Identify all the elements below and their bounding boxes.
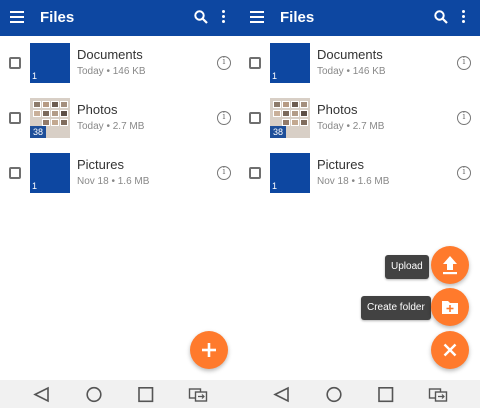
app-title: Files xyxy=(40,9,75,26)
add-fab-button[interactable] xyxy=(190,331,228,369)
create-folder-label[interactable]: Create folder xyxy=(361,296,431,320)
system-nav-bar xyxy=(0,380,480,408)
file-row-documents[interactable]: 1 Documents Today • 146 KB i xyxy=(240,43,480,83)
app-title: Files xyxy=(280,9,315,26)
photo-thumbnail: 38 xyxy=(270,98,310,138)
upload-label[interactable]: Upload xyxy=(385,255,429,279)
row-checkbox[interactable] xyxy=(249,112,261,124)
info-icon[interactable]: i xyxy=(217,166,231,180)
info-icon[interactable]: i xyxy=(217,111,231,125)
file-row-photos[interactable]: 38 Photos Today • 2.7 MB i xyxy=(240,98,480,138)
file-meta: Nov 18 • 1.6 MB xyxy=(317,176,390,187)
file-meta: Today • 146 KB xyxy=(77,66,146,77)
file-meta: Today • 146 KB xyxy=(317,66,386,77)
row-checkbox[interactable] xyxy=(249,167,261,179)
hamburger-menu-icon[interactable] xyxy=(10,11,24,23)
home-circle-icon[interactable] xyxy=(84,386,104,403)
item-count: 38 xyxy=(270,126,287,138)
row-checkbox[interactable] xyxy=(9,57,21,69)
file-row-pictures[interactable]: 1 Pictures Nov 18 • 1.6 MB i xyxy=(0,153,240,193)
more-vert-icon[interactable] xyxy=(220,10,226,24)
back-triangle-icon[interactable] xyxy=(32,386,52,403)
plus-icon xyxy=(202,343,216,357)
recents-square-icon[interactable] xyxy=(136,386,156,403)
item-count: 38 xyxy=(30,126,47,138)
close-fab-button[interactable] xyxy=(431,331,469,369)
info-icon[interactable]: i xyxy=(457,111,471,125)
search-icon[interactable] xyxy=(194,10,208,24)
info-icon[interactable]: i xyxy=(217,56,231,70)
app-bar: Files xyxy=(240,0,480,36)
file-row-photos[interactable]: 38 Photos Today • 2.7 MB i xyxy=(0,98,240,138)
files-screen-left: Files 1 Documents Today • 146 KB i 38 Ph… xyxy=(0,0,240,380)
file-meta: Today • 2.7 MB xyxy=(317,121,385,132)
folder-thumbnail: 1 xyxy=(30,43,70,83)
item-count: 1 xyxy=(272,181,278,191)
more-vert-icon[interactable] xyxy=(460,10,466,24)
folder-thumbnail: 1 xyxy=(270,43,310,83)
file-name: Photos xyxy=(77,102,118,117)
file-row-documents[interactable]: 1 Documents Today • 146 KB i xyxy=(0,43,240,83)
file-name: Documents xyxy=(317,47,383,62)
upload-icon xyxy=(443,256,457,275)
item-count: 1 xyxy=(272,71,278,81)
folder-thumbnail: 1 xyxy=(30,153,70,193)
home-circle-icon[interactable] xyxy=(324,386,344,403)
info-icon[interactable]: i xyxy=(457,166,471,180)
back-triangle-icon[interactable] xyxy=(272,386,292,403)
recents-square-icon[interactable] xyxy=(376,386,396,403)
app-bar: Files xyxy=(0,0,240,36)
file-name: Pictures xyxy=(77,157,124,172)
hamburger-menu-icon[interactable] xyxy=(250,11,264,23)
search-icon[interactable] xyxy=(434,10,448,24)
item-count: 1 xyxy=(32,181,38,191)
file-meta: Nov 18 • 1.6 MB xyxy=(77,176,150,187)
file-name: Documents xyxy=(77,47,143,62)
folder-thumbnail: 1 xyxy=(270,153,310,193)
close-icon xyxy=(443,343,457,357)
file-meta: Today • 2.7 MB xyxy=(77,121,145,132)
photo-thumbnail: 38 xyxy=(30,98,70,138)
info-icon[interactable]: i xyxy=(457,56,471,70)
file-name: Photos xyxy=(317,102,358,117)
upload-fab-button[interactable] xyxy=(431,246,469,284)
row-checkbox[interactable] xyxy=(9,112,21,124)
file-row-pictures[interactable]: 1 Pictures Nov 18 • 1.6 MB i xyxy=(240,153,480,193)
switch-sim-icon[interactable] xyxy=(188,386,208,403)
switch-sim-icon[interactable] xyxy=(428,386,448,403)
row-checkbox[interactable] xyxy=(9,167,21,179)
create-folder-icon xyxy=(442,301,458,314)
item-count: 1 xyxy=(32,71,38,81)
file-name: Pictures xyxy=(317,157,364,172)
row-checkbox[interactable] xyxy=(249,57,261,69)
create-folder-fab-button[interactable] xyxy=(431,288,469,326)
